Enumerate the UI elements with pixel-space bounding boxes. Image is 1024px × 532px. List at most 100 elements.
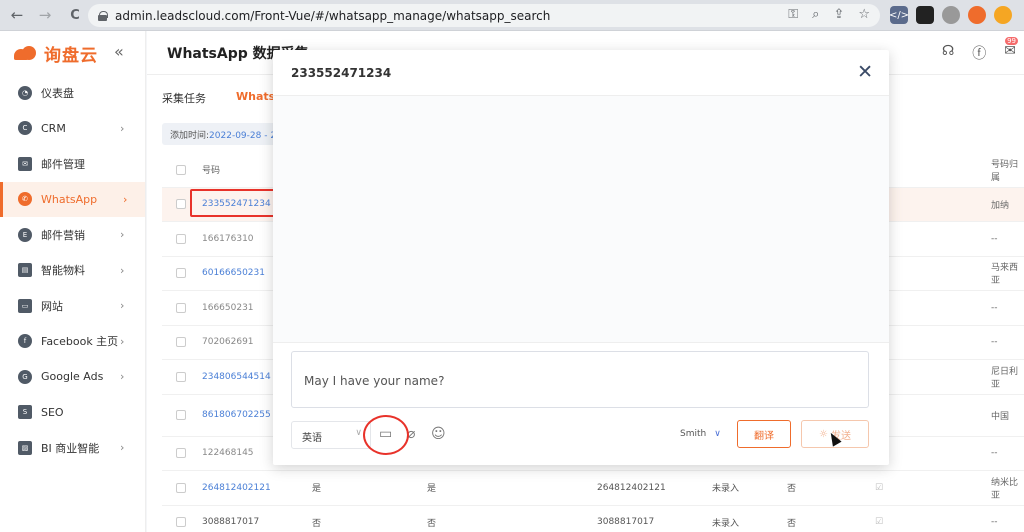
chevron-right-icon: › [120, 263, 125, 277]
row-checkbox[interactable] [176, 302, 186, 313]
dialog-footer: May I have your name? 英语 ∨ ▭ ⌀ ☺ Smith ∨ … [273, 342, 889, 465]
table-cell: 264812402121 [597, 482, 666, 493]
chevron-right-icon: › [120, 121, 125, 135]
edit-icon[interactable]: ☑ [875, 517, 883, 527]
sidebar-item-label: 仪表盘 [41, 86, 74, 100]
row-checkbox[interactable] [176, 371, 186, 382]
sidebar-item-edm[interactable]: E 邮件营销 › [0, 217, 145, 253]
row-checkbox[interactable] [176, 199, 186, 210]
filter-label: 添加时间: [170, 131, 210, 141]
sender-select[interactable]: Smith ∨ [680, 429, 721, 439]
table-cell: 是 [427, 484, 437, 495]
sidebar: 询盘云 « ◔ 仪表盘 C CRM › ✉ 邮件管理 ✆ WhatsApp › E 邮件营销 ›… [0, 31, 146, 532]
profile-avatar[interactable] [994, 6, 1012, 24]
chevron-right-icon: › [120, 441, 125, 455]
forward-button[interactable]: → [34, 4, 56, 26]
sidebar-item-mail[interactable]: ✉ 邮件管理 [0, 146, 145, 182]
table-cell: 是 [312, 484, 322, 495]
row-checkbox[interactable] [176, 337, 186, 348]
close-icon[interactable]: ✕ [857, 63, 873, 82]
message-input[interactable]: May I have your name? [291, 351, 869, 408]
region-cell: 马来西亚 [991, 263, 1019, 287]
tab-collection-task[interactable]: 采集任务 [162, 90, 206, 106]
table-row[interactable]: 3088817017 否否 3088817017 未录入否 ☑ -- [162, 506, 1024, 532]
headset-icon[interactable]: ☊ [942, 43, 954, 63]
sidebar-item-google-ads[interactable]: G Google Ads › [0, 359, 145, 395]
region-cell: 加纳 [991, 200, 1010, 211]
sidebar-item-material[interactable]: ▤ 智能物料 › [0, 253, 145, 289]
row-checkbox[interactable] [176, 410, 186, 420]
browser-toolbar: ← → C admin.leadscloud.com/Front-Vue/#/w… [0, 0, 1024, 31]
chevron-right-icon: › [123, 192, 128, 206]
chevron-right-icon: › [120, 228, 125, 242]
extension-cloud-icon[interactable] [968, 6, 986, 24]
sidebar-item-label: Google Ads [41, 370, 104, 384]
sidebar-item-whatsapp[interactable]: ✆ WhatsApp › [0, 181, 145, 217]
region-cell: -- [991, 302, 998, 313]
key-icon[interactable]: ⚿ [788, 7, 798, 22]
bookmark-star-icon[interactable]: ☆ [858, 7, 870, 22]
emoji-icon[interactable]: ☺ [431, 426, 446, 442]
collapse-sidebar-icon[interactable]: « [114, 42, 124, 61]
translate-button[interactable]: 翻译 [737, 420, 791, 448]
back-button[interactable]: ← [6, 4, 28, 26]
sidebar-item-seo[interactable]: S SEO [0, 395, 145, 431]
chevron-right-icon: › [120, 334, 125, 348]
edit-icon[interactable]: ☑ [875, 483, 883, 493]
sidebar-item-facebook[interactable]: f Facebook 主页 › [0, 324, 145, 360]
address-bar[interactable]: admin.leadscloud.com/Front-Vue/#/whatsap… [88, 4, 880, 27]
date-filter-chip[interactable]: 添加时间:2022-09-28 - 2 [162, 123, 285, 145]
sidebar-item-label: WhatsApp [41, 192, 98, 206]
brand-name: 询盘云 [44, 45, 98, 66]
table-cell: 3088817017 [597, 517, 655, 528]
region-cell: -- [991, 233, 998, 244]
sidebar-item-label: 网站 [41, 299, 63, 313]
chat-dialog: 233552471234 ✕ May I have your name? 英语 … [273, 50, 889, 465]
facebook-icon: f [18, 334, 32, 349]
extension-gray-icon[interactable] [942, 6, 960, 24]
table-cell: 未录入 [712, 518, 740, 529]
sidebar-item-label: SEO [41, 405, 64, 419]
highlight-box [190, 189, 286, 217]
chevron-down-icon: ∨ [355, 428, 362, 438]
lock-icon [98, 10, 108, 21]
row-checkbox[interactable] [176, 448, 186, 459]
share-icon[interactable]: ⇪ [833, 7, 844, 22]
sidebar-item-label: 邮件营销 [41, 228, 85, 242]
mail-icon: ✉ [18, 156, 32, 171]
row-checkbox[interactable] [176, 482, 186, 493]
sidebar-item-website[interactable]: ▭ 网站 › [0, 288, 145, 324]
region-cell: 纳米比亚 [991, 477, 1019, 501]
whatsapp-icon: ✆ [18, 192, 32, 207]
facebook-circle-icon[interactable]: ⓕ [972, 43, 986, 63]
region-cell: 尼日利亚 [991, 366, 1019, 390]
mail-notification-icon[interactable]: ✉ 99 [1004, 37, 1018, 63]
region-cell: 中国 [991, 411, 1010, 422]
language-select[interactable]: 英语 ∨ [291, 421, 371, 449]
table-cell: 否 [427, 518, 437, 529]
row-checkbox[interactable] [176, 233, 186, 244]
reload-button[interactable]: C [64, 4, 86, 26]
row-checkbox[interactable] [176, 517, 186, 528]
zoom-icon[interactable]: ⌕ [812, 7, 819, 22]
cloud-logo-icon [14, 46, 38, 60]
row-checkbox[interactable] [176, 268, 186, 279]
seo-icon: S [18, 405, 32, 420]
website-icon: ▭ [18, 298, 32, 313]
dialog-title: 233552471234 [291, 65, 392, 80]
table-row[interactable]: 264812402121 是是 264812402121 未录入否 ☑ 纳米比亚 [162, 471, 1024, 506]
sidebar-item-crm[interactable]: C CRM › [0, 111, 145, 147]
phone-number-link[interactable]: 264812402121 [202, 483, 312, 493]
sidebar-item-bi[interactable]: ▨ BI 商业智能 › [0, 430, 145, 466]
table-cell: 否 [312, 518, 322, 529]
sidebar-item-label: CRM [41, 121, 66, 135]
sidebar-item-dashboard[interactable]: ◔ 仪表盘 [0, 75, 145, 111]
sidebar-item-label: 智能物料 [41, 264, 85, 278]
extension-code-icon[interactable]: </> [889, 6, 909, 24]
table-cell: 未录入 [712, 484, 740, 495]
chevron-right-icon: › [120, 370, 125, 384]
extension-tab-icon[interactable] [916, 6, 934, 24]
region-cell: -- [991, 517, 998, 528]
select-all-checkbox[interactable] [176, 164, 186, 175]
material-icon: ▤ [18, 263, 32, 278]
